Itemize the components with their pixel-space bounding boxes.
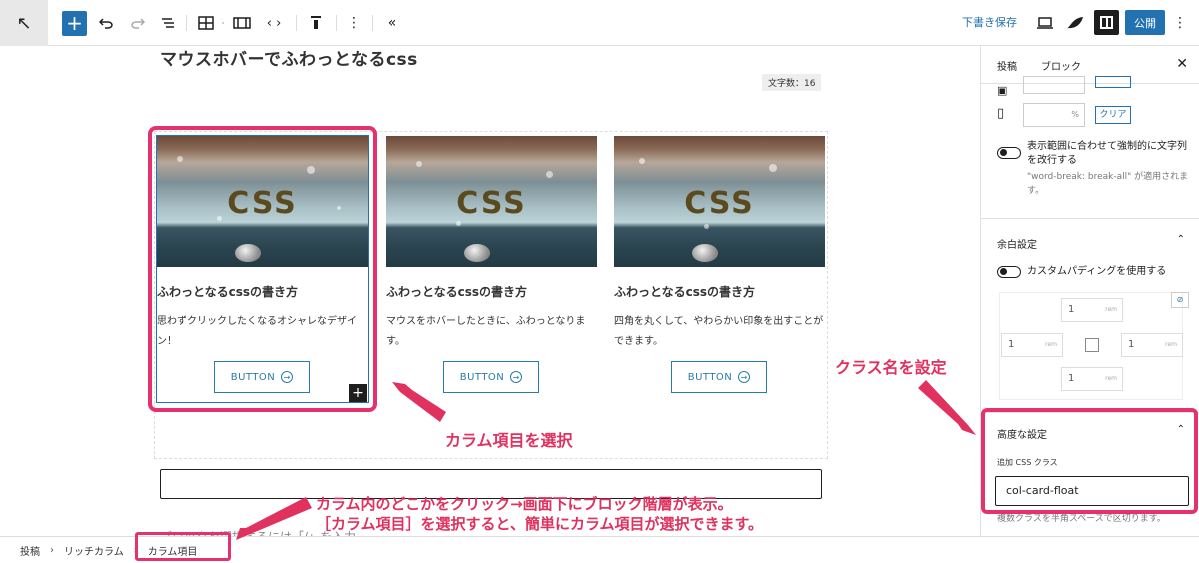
annotation-select-column: カラム項目を選択 [445,431,573,450]
arrow-to-column [392,382,446,422]
annotation-note-line2: ［カラム項目］を選択すると、簡単にカラム項目が選択できます。 [316,515,764,533]
annotation-arrows [236,380,976,540]
annotation-note-line1: カラム内のどこかをクリック→画面下にブロック階層が表示。 [316,495,733,513]
annotation-set-class: クラス名を設定 [835,358,947,377]
arrow-to-advanced [918,380,976,435]
arrow-to-breadcrumb [236,497,312,540]
